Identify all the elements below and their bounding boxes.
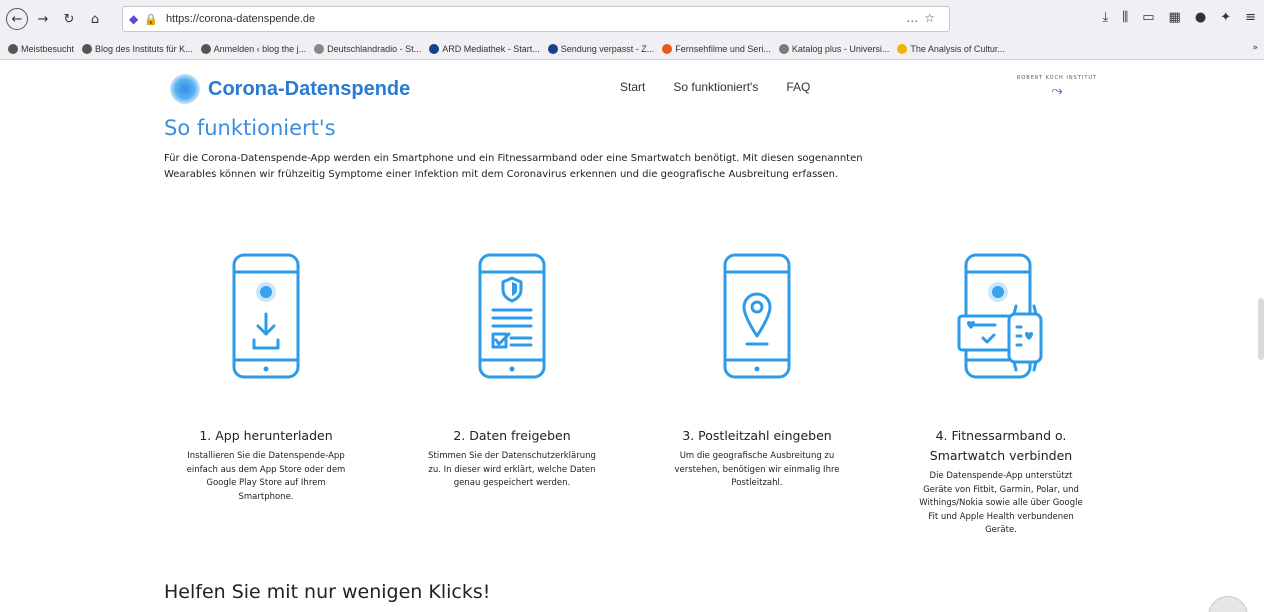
bookmark-item[interactable]: Fernsehfilme und Seri... bbox=[662, 43, 771, 54]
nav-faq[interactable]: FAQ bbox=[786, 80, 810, 94]
step-text: Installieren Sie die Datenspende-App ein… bbox=[186, 451, 346, 502]
rki-logo[interactable]: ROBERT KOCH INSTITUT ⤳ bbox=[1002, 75, 1112, 99]
sidebar-icon[interactable]: ▭ bbox=[1142, 10, 1154, 25]
step-title: 3. Postleitzahl eingeben bbox=[682, 428, 832, 443]
site-header: Corona-Datenspende Start So funktioniert… bbox=[0, 60, 1264, 112]
bookmark-favicon-icon bbox=[897, 43, 908, 54]
phone-smartwatch-icon bbox=[957, 253, 1043, 379]
bookmark-label: Deutschlandradio - St... bbox=[327, 43, 422, 54]
bookmark-label: ARD Mediathek - Start... bbox=[442, 43, 540, 54]
bookmark-item[interactable]: Anmelden ‹ blog the j... bbox=[200, 43, 307, 54]
library-icon[interactable]: ⫼ bbox=[1122, 10, 1128, 25]
bookmark-label: Katalog plus - Universi... bbox=[791, 43, 890, 54]
toolbar-right-icons: ⤓ ⫼ ▭ ▦ ● ✦ ≡ bbox=[1103, 10, 1256, 25]
gift-icon[interactable]: ✦ bbox=[1220, 10, 1231, 25]
account-icon[interactable]: ● bbox=[1195, 10, 1206, 25]
menu-icon[interactable]: ≡ bbox=[1245, 10, 1256, 25]
page-scrollbar[interactable] bbox=[1258, 298, 1264, 360]
home-icon[interactable]: ⌂ bbox=[84, 8, 106, 30]
browser-toolbar: ← → ↻ ⌂ ◆ 🔒 https://corona-datenspende.d… bbox=[0, 0, 1264, 38]
step-text: Die Datenspende-App unterstützt Geräte v… bbox=[919, 471, 1083, 535]
bookmark-favicon-icon bbox=[429, 43, 440, 54]
bookmark-item[interactable]: Blog des Instituts für K... bbox=[82, 43, 193, 54]
reload-icon[interactable]: ↻ bbox=[58, 8, 80, 30]
step-title: 1. App herunterladen bbox=[199, 428, 333, 443]
phone-location-icon bbox=[723, 253, 791, 379]
bookmark-favicon-icon bbox=[778, 43, 789, 54]
url-text[interactable]: https://corona-datenspende.de bbox=[166, 13, 315, 25]
bookmark-label: Meistbesucht bbox=[21, 43, 75, 54]
phone-download-icon bbox=[232, 253, 300, 379]
bookmark-favicon-icon bbox=[547, 43, 558, 54]
extension-icon[interactable]: ▦ bbox=[1169, 10, 1181, 25]
tracking-shield-icon[interactable]: ◆ bbox=[129, 12, 138, 26]
nav-so-funktionierts[interactable]: So funktioniert's bbox=[673, 80, 758, 94]
step-download: 1. App herunterladen Installieren Sie di… bbox=[166, 252, 366, 504]
step-data-consent: 2. Daten freigeben Stimmen Sie der Daten… bbox=[412, 252, 612, 491]
download-icon[interactable]: ⤓ bbox=[1103, 10, 1109, 25]
bookmark-favicon-icon bbox=[200, 43, 211, 54]
bookmark-favicon-icon bbox=[8, 43, 18, 54]
phone-privacy-icon bbox=[478, 253, 546, 379]
step-title: 2. Daten freigeben bbox=[453, 428, 571, 443]
page-actions-icon[interactable]: …☆ bbox=[906, 11, 941, 25]
bookmark-label: Anmelden ‹ blog the j... bbox=[213, 43, 307, 54]
rki-mark-icon: ⤳ bbox=[1051, 83, 1063, 99]
section-title: Helfen Sie mit nur wenigen Klicks! bbox=[164, 581, 491, 603]
rki-logo-text: ROBERT KOCH INSTITUT bbox=[1016, 75, 1098, 81]
site-logo[interactable]: Corona-Datenspende bbox=[170, 74, 410, 104]
bookmark-label: Fernsehfilme und Seri... bbox=[675, 43, 771, 54]
logo-icon bbox=[170, 74, 200, 104]
bookmark-favicon-icon bbox=[314, 43, 325, 54]
bookmark-item[interactable]: Meistbesucht bbox=[8, 43, 75, 54]
bookmarks-bar: Meistbesucht Blog des Instituts für K... A… bbox=[0, 38, 1264, 60]
step-connect-wearable: 4. Fitnessarmband o. Smartwatch verbinde… bbox=[901, 252, 1101, 538]
bookmark-item[interactable]: ARD Mediathek - Start... bbox=[429, 43, 540, 54]
bookmark-label: Blog des Instituts für K... bbox=[95, 43, 193, 54]
bookmark-favicon-icon bbox=[82, 43, 93, 54]
bookmark-item[interactable]: Katalog plus - Universi... bbox=[778, 43, 890, 54]
lock-icon[interactable]: 🔒 bbox=[144, 13, 158, 26]
back-icon[interactable]: ← bbox=[6, 8, 28, 30]
address-bar[interactable]: ◆ 🔒 https://corona-datenspende.de …☆ bbox=[122, 6, 950, 32]
nav-start[interactable]: Start bbox=[620, 80, 645, 94]
bookmark-item[interactable]: Sendung verpasst - Z... bbox=[547, 43, 655, 54]
bookmark-label: The Analysis of Cultur... bbox=[910, 43, 1005, 54]
page-title: So funktioniert's bbox=[164, 116, 336, 140]
bookmarks-overflow-icon[interactable]: » bbox=[1252, 43, 1258, 53]
bookmark-label: Sendung verpasst - Z... bbox=[560, 43, 655, 54]
main-nav: Start So funktioniert's FAQ bbox=[620, 80, 810, 94]
scroll-to-top-button[interactable] bbox=[1208, 596, 1248, 612]
step-text: Um die geografische Ausbreitung zu verst… bbox=[674, 451, 840, 488]
logo-text: Corona-Datenspende bbox=[208, 77, 411, 100]
step-title: 4. Fitnessarmband o. Smartwatch verbinde… bbox=[929, 428, 1073, 463]
step-text: Stimmen Sie der Datenschutzerklärung zu.… bbox=[428, 451, 596, 488]
bookmark-favicon-icon bbox=[662, 43, 673, 54]
step-postal-code: 3. Postleitzahl eingeben Um die geografi… bbox=[657, 252, 857, 491]
intro-text: Für die Corona-Datenspende-App werden ei… bbox=[164, 153, 863, 180]
forward-icon[interactable]: → bbox=[32, 8, 54, 30]
bookmark-item[interactable]: Deutschlandradio - St... bbox=[314, 43, 422, 54]
bookmark-item[interactable]: The Analysis of Cultur... bbox=[897, 43, 1005, 54]
